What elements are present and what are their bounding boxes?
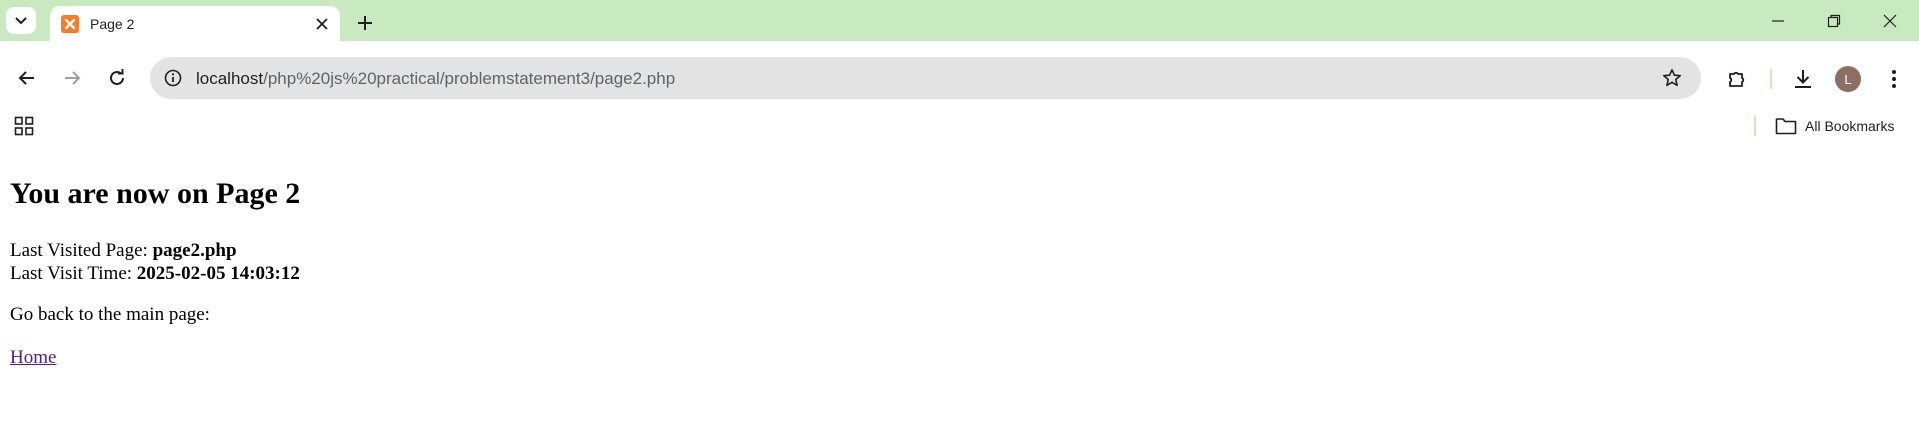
minimize-icon[interactable] — [1758, 8, 1798, 34]
address-bar[interactable]: localhost/php%20js%20practical/problemst… — [150, 57, 1701, 99]
reload-icon[interactable] — [102, 63, 132, 93]
tab-strip: Page 2 — [0, 0, 1919, 41]
extensions-puzzle-icon[interactable] — [1722, 64, 1752, 94]
apps-grid-icon[interactable] — [12, 114, 36, 138]
url-path: /php%20js%20practical/problemstatement3/… — [263, 69, 676, 88]
bookmark-star-icon[interactable] — [1661, 67, 1683, 89]
back-arrow-icon[interactable] — [12, 63, 42, 93]
last-visit-time-label: Last Visit Time: — [10, 263, 137, 284]
all-bookmarks-button[interactable]: All Bookmarks — [1775, 114, 1894, 138]
url-text[interactable]: localhost/php%20js%20practical/problemst… — [196, 69, 675, 89]
chevron-down-icon — [15, 16, 27, 24]
toolbar-divider — [1770, 69, 1772, 89]
bookmarks-divider — [1754, 116, 1756, 136]
browser-toolbar: localhost/php%20js%20practical/problemst… — [0, 41, 1919, 115]
last-visited-line: Last Visited Page: page2.php — [10, 239, 300, 262]
page-content: You are now on Page 2 Last Visited Page:… — [10, 160, 300, 369]
go-back-text: Go back to the main page: — [10, 304, 210, 325]
home-link[interactable]: Home — [10, 347, 56, 368]
restore-icon[interactable] — [1814, 8, 1854, 34]
active-tab[interactable]: Page 2 — [50, 6, 340, 41]
new-tab-plus-icon[interactable] — [352, 10, 378, 36]
last-visited-label: Last Visited Page: — [10, 240, 153, 261]
profile-avatar[interactable]: L — [1835, 66, 1861, 92]
xampp-favicon-icon — [61, 15, 79, 33]
all-bookmarks-label: All Bookmarks — [1805, 118, 1895, 134]
site-info-icon[interactable] — [162, 67, 184, 89]
last-visit-time-value: 2025-02-05 14:03:12 — [136, 263, 300, 284]
tab-title: Page 2 — [90, 16, 135, 32]
tab-close-icon[interactable] — [312, 14, 332, 34]
folder-icon — [1775, 118, 1797, 135]
forward-arrow-icon[interactable] — [57, 63, 87, 93]
more-menu-icon[interactable] — [1879, 64, 1909, 94]
close-window-icon[interactable] — [1870, 8, 1910, 34]
last-visited-value: page2.php — [152, 240, 237, 261]
downloads-icon[interactable] — [1788, 64, 1818, 94]
last-visit-time-line: Last Visit Time: 2025-02-05 14:03:12 — [10, 262, 300, 285]
url-host: localhost — [196, 69, 264, 88]
tab-search-button[interactable] — [6, 7, 36, 34]
page-heading: You are now on Page 2 — [10, 177, 301, 210]
